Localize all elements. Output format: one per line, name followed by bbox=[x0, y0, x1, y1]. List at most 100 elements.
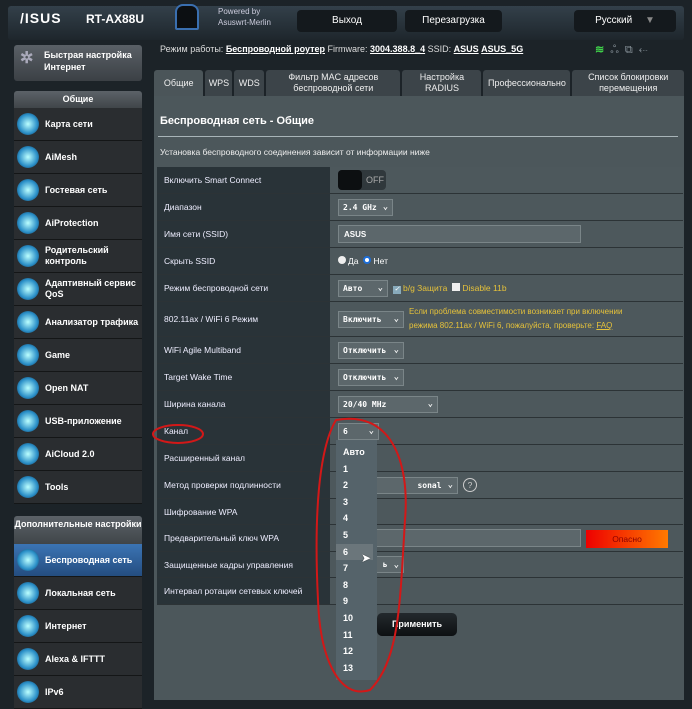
apply-button[interactable]: Применить bbox=[377, 613, 457, 636]
menu-icon bbox=[17, 212, 39, 234]
tab[interactable]: Фильтр MAC адресов беспроводной сети bbox=[266, 70, 401, 96]
channel-option[interactable]: 13 bbox=[336, 660, 377, 677]
status-line: Режим работы: Беспроводной роутер Firmwa… bbox=[160, 44, 523, 54]
channel-option[interactable]: Авто bbox=[336, 444, 377, 461]
ssid-link-5g[interactable]: ASUS_5G bbox=[481, 44, 523, 54]
sidebar-item[interactable]: Open NAT bbox=[14, 372, 142, 405]
mouse-cursor-icon: ➤ bbox=[361, 551, 372, 565]
sidebar-item[interactable]: AiProtection bbox=[14, 207, 142, 240]
tab[interactable]: Общие bbox=[154, 70, 204, 96]
ssid-link-24[interactable]: ASUS bbox=[454, 44, 479, 54]
bg-protection-checkbox[interactable]: ✓ b/g Защита bbox=[393, 283, 447, 294]
sidebar-item[interactable]: IPv6 bbox=[14, 676, 142, 709]
channel-option[interactable]: 2 bbox=[336, 477, 377, 494]
sidebar-item[interactable]: AiMesh bbox=[14, 141, 142, 174]
wifi-icon[interactable]: ≋ bbox=[595, 44, 610, 56]
page-title: Беспроводная сеть - Общие bbox=[160, 115, 315, 127]
firmware-link[interactable]: 3004.388.8_4 bbox=[370, 44, 425, 54]
mode-label: Режим работы: bbox=[160, 44, 224, 54]
tab[interactable]: Настройка RADIUS bbox=[402, 70, 482, 96]
label: WiFi Agile Multiband bbox=[157, 337, 330, 363]
sidebar-item-label: Карта сети bbox=[45, 118, 93, 129]
sidebar-item-label: USB-приложение bbox=[45, 415, 122, 426]
twt-select[interactable]: Отключить bbox=[338, 368, 404, 386]
usb-icon[interactable]: ⇠ bbox=[639, 44, 654, 56]
channel-option[interactable]: 4 bbox=[336, 510, 377, 527]
disable-11b-label: Disable 11b bbox=[462, 283, 507, 293]
menu-icon bbox=[17, 278, 39, 300]
sidebar-item[interactable]: Локальная сеть bbox=[14, 577, 142, 610]
sidebar-item-label: Локальная сеть bbox=[45, 587, 116, 598]
reboot-button[interactable]: Перезагрузка bbox=[405, 10, 502, 32]
mode-link[interactable]: Беспроводной роутер bbox=[226, 44, 325, 54]
label: Ширина канала bbox=[157, 391, 330, 417]
sidebar-item[interactable]: AiCloud 2.0 bbox=[14, 438, 142, 471]
sidebar-item[interactable]: Карта сети bbox=[14, 108, 142, 141]
sidebar-item[interactable]: Родительский контроль bbox=[14, 240, 142, 273]
menu-icon bbox=[17, 549, 39, 571]
label: Канал bbox=[157, 418, 330, 444]
sidebar-item[interactable]: Анализатор трафика bbox=[14, 306, 142, 339]
row-ext-channel: Расширенный канал bbox=[157, 445, 683, 472]
multiband-select[interactable]: Отключить bbox=[338, 341, 404, 359]
smart-connect-toggle[interactable]: OFF bbox=[338, 170, 386, 190]
key-strength-indicator: Опасно bbox=[586, 530, 668, 548]
faq-link[interactable]: FAQ bbox=[596, 321, 612, 330]
ssid-input[interactable]: ASUS bbox=[338, 225, 581, 243]
channel-select[interactable]: 6 bbox=[338, 422, 379, 440]
tab[interactable]: Список блокировки перемещения bbox=[572, 70, 684, 96]
channel-option[interactable]: 10 bbox=[336, 610, 377, 627]
copy-icon[interactable]: ⧉ bbox=[625, 44, 639, 56]
sidebar-item[interactable]: Гостевая сеть bbox=[14, 174, 142, 207]
sidebar-item[interactable]: Tools bbox=[14, 471, 142, 504]
channel-option[interactable]: 8 bbox=[336, 577, 377, 594]
firmware-label: Firmware: bbox=[327, 44, 368, 54]
bandwidth-select[interactable]: 20/40 MHz bbox=[338, 395, 438, 413]
language-select[interactable]: Русский ▼ bbox=[574, 10, 676, 32]
users-icon[interactable]: ஃ bbox=[610, 44, 625, 56]
channel-option[interactable]: 5 bbox=[336, 527, 377, 544]
row-wpa-encryption: Шифрование WPA bbox=[157, 499, 683, 525]
channel-option[interactable]: 3 bbox=[336, 494, 377, 511]
row-pmf: Защищенные кадры управления ь bbox=[157, 552, 683, 578]
row-auth: Метод проверки подлинностиsonal? bbox=[157, 472, 683, 499]
row-hide-ssid: Скрыть SSID Да Нет bbox=[157, 248, 683, 275]
sidebar-item[interactable]: Адаптивный сервис QoS bbox=[14, 273, 142, 306]
quick-setup-button[interactable]: ✲ Быстрая настройка Интернет bbox=[14, 45, 142, 81]
row-twt: Target Wake Time Отключить bbox=[157, 364, 683, 391]
wireless-mode-select[interactable]: Авто bbox=[338, 279, 388, 297]
channel-option[interactable]: 1 bbox=[336, 461, 377, 478]
ax-warning-text: Если проблема совместимости возникает пр… bbox=[409, 307, 623, 330]
sidebar-item-label: Адаптивный сервис QoS bbox=[45, 278, 136, 299]
channel-option[interactable]: 12 bbox=[336, 643, 377, 660]
menu-icon bbox=[17, 582, 39, 604]
row-ssid: Имя сети (SSID) ASUS bbox=[157, 221, 683, 248]
sidebar-item[interactable]: Интернет bbox=[14, 610, 142, 643]
help-icon[interactable]: ? bbox=[463, 478, 477, 492]
disable-11b-checkbox[interactable]: Disable 11b bbox=[452, 283, 507, 293]
band-select[interactable]: 2.4 GHz bbox=[338, 198, 394, 216]
tab[interactable]: Профессионально bbox=[483, 70, 571, 96]
merlin-label: Asuswrt-Merlin bbox=[218, 18, 271, 27]
tab[interactable]: WPS bbox=[205, 70, 233, 96]
sidebar-item[interactable]: Alexa & IFTTT bbox=[14, 643, 142, 676]
sidebar-item-label: AiCloud 2.0 bbox=[45, 448, 95, 459]
sidebar-item-label: Alexa & IFTTT bbox=[45, 653, 106, 664]
sidebar-item[interactable]: Game bbox=[14, 339, 142, 372]
radio-yes[interactable]: Да bbox=[338, 256, 358, 266]
channel-option[interactable]: 9 bbox=[336, 593, 377, 610]
sidebar-item-label: Родительский контроль bbox=[45, 245, 109, 266]
menu-icon bbox=[17, 311, 39, 333]
menu-icon bbox=[17, 443, 39, 465]
logout-button[interactable]: Выход bbox=[297, 10, 397, 32]
radio-no[interactable]: Нет bbox=[363, 256, 388, 266]
sidebar-item[interactable]: Беспроводная сеть bbox=[14, 544, 142, 577]
tab[interactable]: WDS bbox=[234, 70, 265, 96]
menu-icon bbox=[17, 344, 39, 366]
bg-protection-label: b/g Защита bbox=[403, 282, 448, 293]
ax-mode-select[interactable]: Включить bbox=[338, 310, 404, 328]
row-wireless-mode: Режим беспроводной сети Авто ✓b/g Защита Di… bbox=[157, 275, 683, 302]
channel-option[interactable]: 11 bbox=[336, 627, 377, 644]
row-bandwidth: Ширина канала 20/40 MHz bbox=[157, 391, 683, 418]
sidebar-item[interactable]: USB-приложение bbox=[14, 405, 142, 438]
